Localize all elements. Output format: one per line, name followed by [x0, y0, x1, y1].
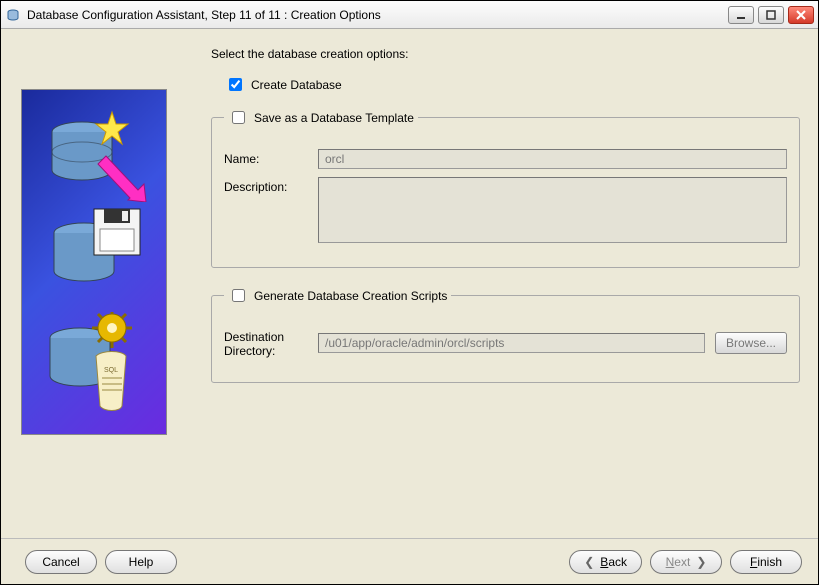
close-button[interactable] [788, 6, 814, 24]
save-template-checkbox[interactable] [232, 111, 245, 124]
finish-button[interactable]: Finish [730, 550, 802, 574]
main-panel: Select the database creation options: Cr… [211, 47, 800, 527]
generate-scripts-checkbox[interactable] [232, 289, 245, 302]
svg-text:SQL: SQL [104, 367, 118, 374]
template-name-field[interactable] [318, 149, 787, 169]
template-name-label: Name: [224, 149, 308, 166]
save-template-legend: Save as a Database Template [254, 111, 414, 125]
dest-dir-label: Destination Directory: [224, 327, 308, 358]
footer-bar: Cancel Help ❮ Back Next ❯ Finish [1, 538, 818, 584]
generate-scripts-group: Generate Database Creation Scripts Desti… [211, 286, 800, 383]
page-heading: Select the database creation options: [211, 47, 800, 61]
save-template-group: Save as a Database Template Name: Descri… [211, 108, 800, 268]
chevron-right-icon: ❯ [696, 555, 706, 569]
browse-button[interactable]: Browse... [715, 332, 787, 354]
dest-dir-field[interactable] [318, 333, 705, 353]
side-panel-graphic: SQL [21, 89, 167, 435]
content-area: SQL Select the database creation options… [1, 29, 818, 537]
cancel-button[interactable]: Cancel [25, 550, 97, 574]
back-button[interactable]: ❮ Back [569, 550, 642, 574]
chevron-left-icon: ❮ [584, 555, 594, 569]
next-button[interactable]: Next ❯ [650, 550, 722, 574]
create-database-label: Create Database [251, 78, 342, 92]
maximize-button[interactable] [758, 6, 784, 24]
help-button[interactable]: Help [105, 550, 177, 574]
generate-scripts-legend: Generate Database Creation Scripts [254, 289, 447, 303]
titlebar: Database Configuration Assistant, Step 1… [1, 1, 818, 29]
template-desc-label: Description: [224, 177, 308, 194]
app-icon [5, 7, 21, 23]
window-buttons [728, 6, 814, 24]
window-title: Database Configuration Assistant, Step 1… [27, 8, 722, 22]
create-database-row: Create Database [225, 75, 800, 94]
minimize-button[interactable] [728, 6, 754, 24]
template-desc-field[interactable] [318, 177, 787, 243]
database-star-icon [34, 102, 154, 202]
database-floppy-icon [34, 207, 154, 307]
database-scroll-gear-icon: SQL [34, 312, 154, 422]
create-database-checkbox[interactable] [229, 78, 242, 91]
